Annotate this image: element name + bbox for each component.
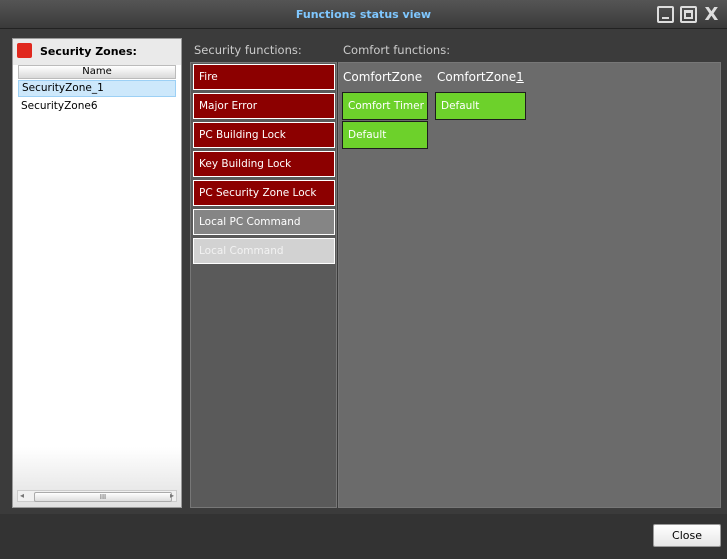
horizontal-scrollbar[interactable]: ◂ III ▸	[17, 490, 177, 502]
comfort-zone-1-prefix: ComfortZone	[437, 70, 517, 84]
comfort-default-button[interactable]: Default	[342, 121, 428, 149]
comfort-timer-button[interactable]: Comfort Timer	[342, 92, 428, 120]
security-zones-title: Security Zones:	[40, 45, 137, 58]
maximize-icon[interactable]	[680, 6, 697, 23]
list-item-securityzone-1[interactable]: SecurityZone_1	[18, 80, 176, 97]
comfort-zone-heading: ComfortZone	[343, 70, 423, 84]
minimize-icon[interactable]	[657, 6, 674, 23]
title-bar: Functions status view X	[0, 0, 727, 29]
scroll-left-icon[interactable]: ◂	[20, 491, 24, 501]
scroll-right-icon[interactable]: ▸	[170, 491, 174, 501]
comfort-zone-1-number: 1	[516, 70, 524, 84]
function-major-error[interactable]: Major Error	[193, 93, 335, 119]
function-key-building-lock[interactable]: Key Building Lock	[193, 151, 335, 177]
function-local-command[interactable]: Local Command	[193, 238, 335, 264]
function-pc-building-lock[interactable]: PC Building Lock	[193, 122, 335, 148]
security-zones-header: Security Zones:	[13, 39, 181, 65]
window-title: Functions status view	[295, 8, 432, 21]
security-functions-label: Security functions:	[194, 43, 302, 57]
footer-bar	[0, 514, 727, 559]
comfort-zone-1-heading: ComfortZone1	[437, 70, 524, 84]
function-pc-security-zone-lock[interactable]: PC Security Zone Lock	[193, 180, 335, 206]
list-item-securityzone6[interactable]: SecurityZone6	[18, 98, 176, 115]
close-button[interactable]: Close	[653, 524, 721, 547]
function-local-pc-command[interactable]: Local PC Command	[193, 209, 335, 235]
function-fire[interactable]: Fire	[193, 64, 335, 90]
close-icon[interactable]: X	[703, 6, 720, 24]
status-indicator-icon	[17, 43, 32, 58]
comfort-zone-1-default-button[interactable]: Default	[435, 92, 526, 120]
name-column-header[interactable]: Name	[18, 65, 176, 79]
comfort-functions-label: Comfort functions:	[343, 43, 451, 57]
security-zones-panel: Security Zones: Name SecurityZone_1 Secu…	[12, 38, 182, 508]
scroll-thumb[interactable]: III	[34, 492, 172, 502]
